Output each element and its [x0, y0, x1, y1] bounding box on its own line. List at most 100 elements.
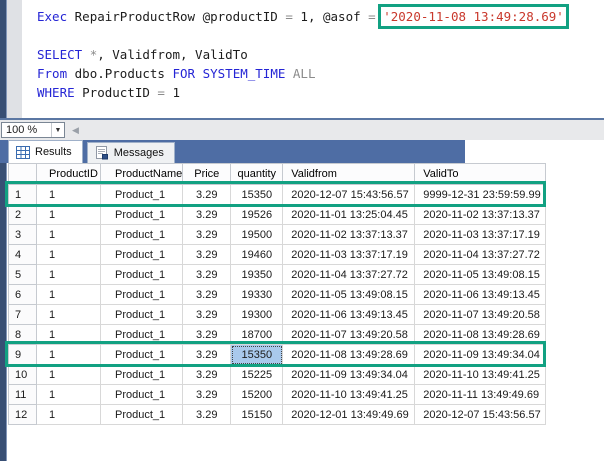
grid-cell[interactable]: 1 [36, 184, 101, 205]
grid-cell[interactable]: Product_1 [99, 284, 184, 305]
grid-cell[interactable]: 19350 [230, 264, 284, 285]
row-number-cell[interactable]: 10 [8, 364, 37, 385]
grid-cell[interactable]: 1 [36, 304, 101, 325]
grid-cell[interactable]: 3.29 [182, 264, 232, 285]
grid-cell[interactable]: Product_1 [99, 204, 184, 225]
grid-cell[interactable]: Product_1 [99, 264, 184, 285]
grid-cell[interactable]: 2020-11-02 13:37:13.37 [282, 224, 416, 245]
grid-cell[interactable]: 1 [36, 284, 101, 305]
grid-cell[interactable]: 2020-11-04 13:37:27.72 [414, 244, 547, 265]
grid-cell[interactable]: 2020-12-07 15:43:56.57 [414, 404, 547, 425]
grid-cell[interactable]: 2020-11-02 13:37:13.37 [414, 204, 547, 225]
grid-cell[interactable]: 18700 [230, 324, 284, 345]
row-number-cell[interactable]: 2 [8, 204, 37, 225]
grid-cell[interactable]: Product_1 [99, 344, 184, 365]
grid-cell[interactable]: 2020-11-09 13:49:34.04 [282, 364, 416, 385]
column-header-quantity[interactable]: quantity [230, 163, 284, 185]
grid-cell[interactable]: 3.29 [182, 244, 232, 265]
code-lines[interactable]: Exec RepairProductRow @productID = 1, @a… [29, 0, 604, 102]
grid-cell[interactable]: 2020-11-09 13:49:34.04 [414, 344, 547, 365]
grid-cell[interactable]: 3.29 [182, 344, 232, 365]
grid-cell[interactable]: 15200 [230, 384, 284, 405]
row-number-cell[interactable]: 5 [8, 264, 37, 285]
grid-cell[interactable]: 15225 [230, 364, 284, 385]
row-number-cell[interactable]: 9 [8, 344, 37, 365]
grid-cell[interactable]: 3.29 [182, 324, 232, 345]
grid-cell[interactable]: 1 [36, 324, 101, 345]
tab-messages[interactable]: Messages [86, 142, 175, 163]
grid-cell[interactable]: 2020-11-06 13:49:13.45 [282, 304, 416, 325]
grid-cell[interactable]: 15350 [230, 184, 284, 205]
grid-cell[interactable]: 3.29 [182, 404, 232, 425]
grid-cell[interactable]: 1 [36, 204, 101, 225]
sql-editor[interactable]: Exec RepairProductRow @productID = 1, @a… [7, 0, 604, 118]
column-header-validto[interactable]: ValidTo [414, 163, 547, 185]
row-number-cell[interactable]: 6 [8, 284, 37, 305]
grid-corner-cell[interactable] [8, 163, 37, 185]
grid-cell[interactable]: 2020-11-11 13:49:49.69 [414, 384, 547, 405]
grid-cell[interactable]: 2020-11-08 13:49:28.69 [282, 344, 416, 365]
grid-cell[interactable]: 2020-11-01 13:25:04.45 [282, 204, 416, 225]
grid-cell[interactable]: 3.29 [182, 304, 232, 325]
grid-cell[interactable]: Product_1 [99, 244, 184, 265]
code-line[interactable]: From dbo.Products FOR SYSTEM_TIME ALL [37, 64, 604, 83]
scroll-left-icon[interactable]: ◀ [72, 125, 79, 136]
grid-cell[interactable]: 19500 [230, 224, 284, 245]
grid-cell[interactable]: 9999-12-31 23:59:59.99 [414, 184, 547, 205]
grid-cell[interactable]: 1 [36, 364, 101, 385]
grid-cell[interactable]: 2020-11-03 13:37:17.19 [282, 244, 416, 265]
tab-results[interactable]: Results [8, 140, 83, 163]
grid-cell[interactable]: 1 [36, 264, 101, 285]
column-header-productname[interactable]: ProductName [99, 163, 184, 185]
code-line[interactable] [37, 26, 604, 45]
column-header-productid[interactable]: ProductID [36, 163, 101, 185]
grid-cell[interactable]: 2020-11-04 13:37:27.72 [282, 264, 416, 285]
chevron-down-icon[interactable]: ▼ [51, 123, 64, 137]
row-number-cell[interactable]: 12 [8, 404, 37, 425]
grid-cell[interactable]: 19300 [230, 304, 284, 325]
grid-cell[interactable]: 19330 [230, 284, 284, 305]
zoom-level-dropdown[interactable]: 100 % ▼ [1, 122, 65, 138]
grid-cell[interactable]: 2020-11-10 13:49:41.25 [282, 384, 416, 405]
column-header-price[interactable]: Price [182, 163, 232, 185]
grid-cell[interactable]: Product_1 [99, 364, 184, 385]
grid-cell[interactable]: 3.29 [182, 224, 232, 245]
grid-cell[interactable]: Product_1 [99, 324, 184, 345]
grid-cell[interactable]: Product_1 [99, 384, 184, 405]
code-line[interactable]: Exec RepairProductRow @productID = 1, @a… [37, 4, 604, 29]
grid-cell[interactable]: 2020-11-05 13:49:08.15 [414, 264, 547, 285]
grid-cell[interactable]: 2020-12-01 13:49:49.69 [282, 404, 416, 425]
grid-cell[interactable]: 2020-11-10 13:49:41.25 [414, 364, 547, 385]
grid-cell[interactable]: 15350 [230, 344, 284, 365]
grid-cell[interactable]: 1 [36, 244, 101, 265]
grid-cell[interactable]: 2020-11-07 13:49:20.58 [414, 304, 547, 325]
grid-cell[interactable]: 2020-11-08 13:49:28.69 [414, 324, 547, 345]
row-number-cell[interactable]: 7 [8, 304, 37, 325]
column-header-validfrom[interactable]: Validfrom [282, 163, 416, 185]
grid-cell[interactable]: 19460 [230, 244, 284, 265]
grid-cell[interactable]: 1 [36, 404, 101, 425]
grid-cell[interactable]: 2020-11-05 13:49:08.15 [282, 284, 416, 305]
grid-cell[interactable]: 1 [36, 384, 101, 405]
grid-cell[interactable]: Product_1 [99, 304, 184, 325]
row-number-cell[interactable]: 4 [8, 244, 37, 265]
code-line[interactable]: WHERE ProductID = 1 [37, 83, 604, 102]
grid-cell[interactable]: 3.29 [182, 204, 232, 225]
grid-cell[interactable]: 1 [36, 344, 101, 365]
grid-cell[interactable]: 3.29 [182, 184, 232, 205]
grid-cell[interactable]: 15150 [230, 404, 284, 425]
grid-cell[interactable]: 1 [36, 224, 101, 245]
grid-cell[interactable]: Product_1 [99, 184, 184, 205]
grid-cell[interactable]: 2020-11-06 13:49:13.45 [414, 284, 547, 305]
row-number-cell[interactable]: 3 [8, 224, 37, 245]
grid-cell[interactable]: 2020-12-07 15:43:56.57 [282, 184, 416, 205]
code-line[interactable]: SELECT *, Validfrom, ValidTo [37, 45, 604, 64]
grid-cell[interactable]: 2020-11-07 13:49:20.58 [282, 324, 416, 345]
results-grid[interactable]: ProductID ProductName Price quantity Validfr… [8, 163, 547, 425]
grid-cell[interactable]: 3.29 [182, 384, 232, 405]
grid-cell[interactable]: Product_1 [99, 224, 184, 245]
grid-cell[interactable]: 3.29 [182, 364, 232, 385]
row-number-cell[interactable]: 1 [8, 184, 37, 205]
grid-cell[interactable]: 19526 [230, 204, 284, 225]
horizontal-scrollbar[interactable] [79, 120, 604, 140]
